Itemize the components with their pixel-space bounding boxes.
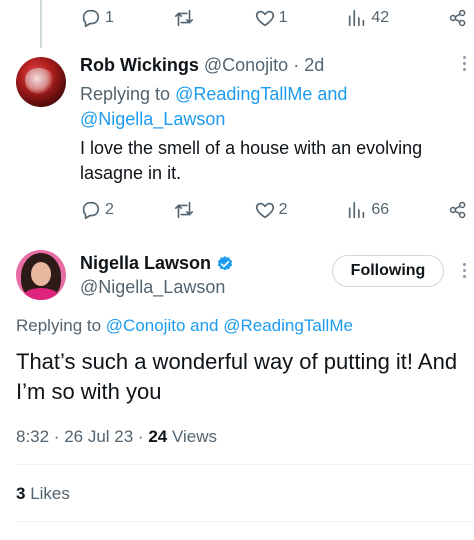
- views-button[interactable]: 42: [346, 7, 389, 29]
- likes-label: Likes: [25, 484, 70, 503]
- timestamp[interactable]: 2d: [304, 55, 324, 75]
- avatar[interactable]: [16, 57, 66, 107]
- author-handle[interactable]: @Nigella_Lawson: [80, 277, 225, 298]
- mention-link[interactable]: @Conojito: [106, 316, 186, 335]
- tweet-text: I love the smell of a house with an evol…: [80, 138, 423, 183]
- like-count: 2: [278, 201, 288, 218]
- like-icon: [255, 202, 274, 219]
- divider: [16, 521, 474, 522]
- views-count: 24: [148, 427, 168, 446]
- reply-icon: [82, 201, 100, 220]
- views-icon: [349, 9, 365, 27]
- reply-action-bar: 2 2 66: [80, 195, 468, 225]
- reply-button[interactable]: 1: [80, 7, 114, 29]
- share-icon: [449, 201, 466, 219]
- author-handle[interactable]: @Conojito: [204, 55, 288, 75]
- share-button[interactable]: [448, 8, 468, 28]
- and-text: and: [185, 316, 224, 335]
- like-button[interactable]: 1: [254, 7, 288, 29]
- reply-button[interactable]: 2: [80, 199, 114, 221]
- mention-link[interactable]: @ReadingTallMe: [175, 84, 312, 104]
- views-button[interactable]: 66: [346, 199, 389, 221]
- share-button[interactable]: [448, 200, 468, 220]
- retweet-icon: [174, 9, 193, 27]
- share-icon: [449, 9, 466, 27]
- mention-link[interactable]: @ReadingTallMe: [223, 316, 353, 335]
- like-icon: [255, 10, 274, 27]
- author-name[interactable]: Rob Wickings: [80, 55, 199, 75]
- retweet-button[interactable]: [173, 199, 195, 221]
- mention-link[interactable]: @Nigella_Lawson: [80, 109, 225, 129]
- reply-icon: [82, 9, 100, 28]
- author-name-row: Nigella Lawson: [80, 253, 234, 274]
- tweet-meta: 8:32 · 26 Jul 23 · 24 Views: [16, 427, 217, 447]
- likes-summary[interactable]: 3 Likes: [16, 484, 70, 504]
- reply-count: 1: [105, 9, 114, 26]
- views-icon: [349, 201, 365, 219]
- reply-count: 2: [105, 201, 114, 218]
- divider: [16, 464, 474, 465]
- replying-to: Replying to @Conojito and @ReadingTallMe: [16, 316, 353, 336]
- retweet-button[interactable]: [173, 7, 195, 29]
- views-label: Views: [167, 427, 217, 446]
- reply-header: Rob Wickings @Conojito · 2d: [80, 55, 324, 76]
- following-button[interactable]: Following: [332, 255, 444, 287]
- like-count: 1: [278, 9, 288, 26]
- avatar[interactable]: [16, 250, 66, 300]
- more-icon[interactable]: [463, 263, 467, 278]
- replying-prefix: Replying to: [80, 84, 176, 104]
- retweet-icon: [174, 201, 193, 219]
- views-count: 42: [371, 9, 390, 26]
- verified-badge-icon: [217, 255, 233, 270]
- author-name[interactable]: Nigella Lawson: [80, 253, 211, 274]
- like-button[interactable]: 2: [254, 199, 288, 221]
- replying-to: Replying to @ReadingTallMe and @Nigella_…: [80, 82, 440, 132]
- more-icon[interactable]: [463, 56, 467, 71]
- separator: ·: [288, 55, 305, 75]
- top-action-bar: 1 1 42: [80, 3, 468, 33]
- thread-line: [40, 0, 42, 48]
- views-count: 66: [371, 201, 390, 218]
- and-text: and: [312, 84, 348, 104]
- tweet-text: That’s such a wonderful way of putting i…: [16, 349, 458, 404]
- tweet-timestamp[interactable]: 8:32 · 26 Jul 23 ·: [16, 427, 148, 446]
- replying-prefix: Replying to: [16, 316, 106, 335]
